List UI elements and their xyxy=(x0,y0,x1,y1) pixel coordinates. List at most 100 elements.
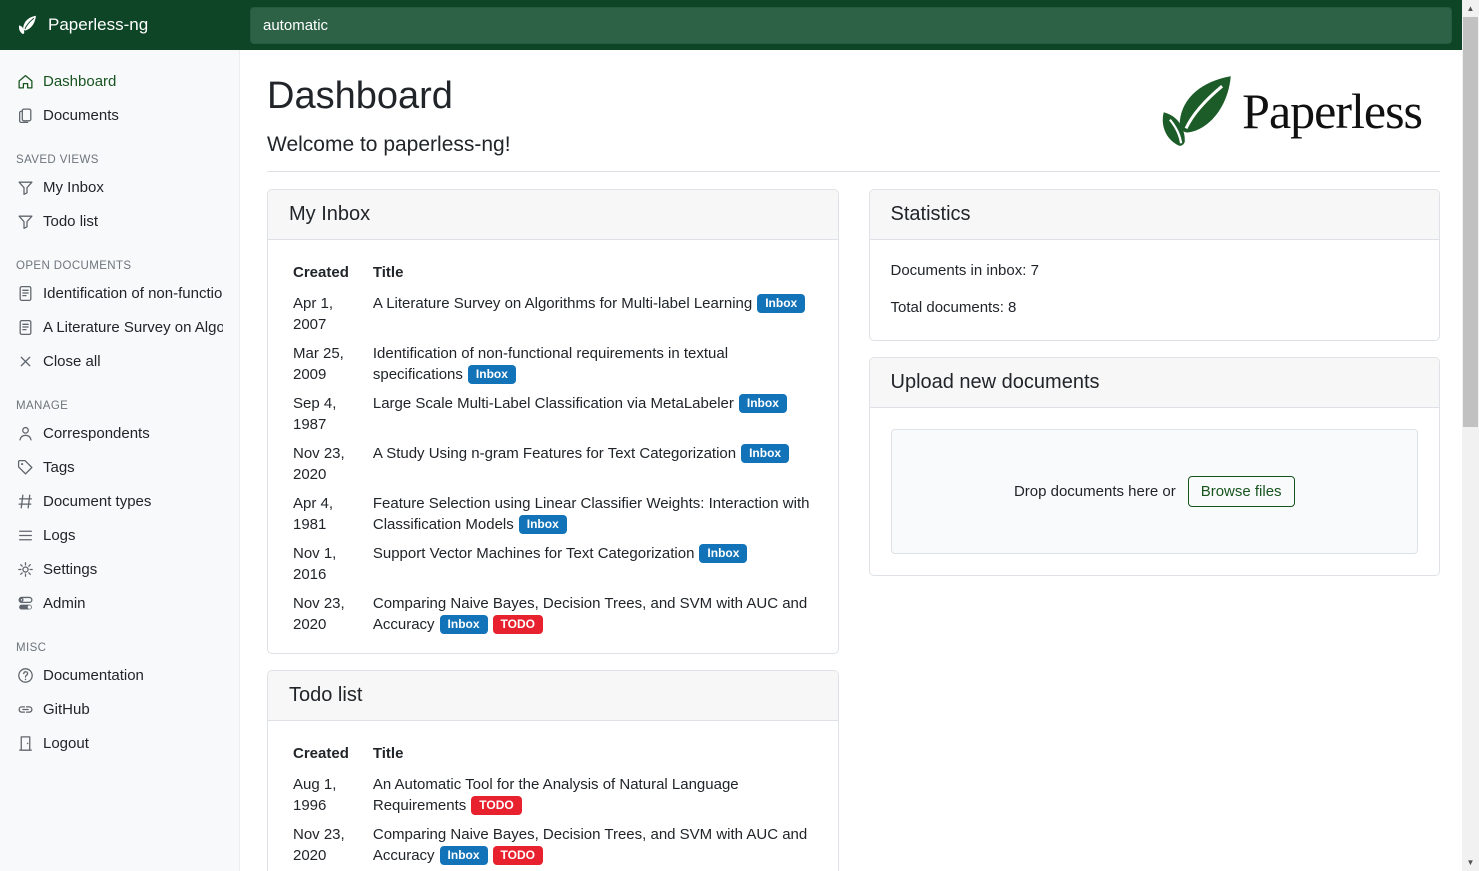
table-row: Mar 25, 2009 Identification of non-functi… xyxy=(281,339,825,389)
created-date: Nov 1, 2016 xyxy=(281,539,361,589)
created-date: Apr 4, 1981 xyxy=(281,489,361,539)
sidebar-item-label: Documentation xyxy=(43,667,144,684)
paperless-logo: Paperless xyxy=(1156,75,1422,147)
logo-wordmark: Paperless xyxy=(1242,86,1422,136)
stat-documents-in-inbox: Documents in inbox: 7 xyxy=(891,260,1419,281)
sidebar-item-my-inbox[interactable]: My Inbox xyxy=(0,170,239,204)
sidebar-item-todo-list[interactable]: Todo list xyxy=(0,204,239,238)
table-row: Apr 4, 1981 Feature Selection using Linea… xyxy=(281,489,825,539)
sidebar-item-label: Documents xyxy=(43,107,119,124)
sidebar-item-tags[interactable]: Tags xyxy=(0,450,239,484)
vertical-scrollbar[interactable]: ▲ ▼ xyxy=(1462,0,1479,871)
sidebar-item-a-literature-survey-on-algori[interactable]: A Literature Survey on Algori… xyxy=(0,310,239,344)
sidebar-item-admin[interactable]: Admin xyxy=(0,586,239,620)
sidebar-item-documents[interactable]: Documents xyxy=(0,98,239,132)
page-header: Dashboard Welcome to paperless-ng! Paper… xyxy=(267,75,1440,172)
scrollbar-thumb[interactable] xyxy=(1463,17,1478,427)
dropzone-text: Drop documents here or xyxy=(1014,483,1176,500)
sidebar-item-correspondents[interactable]: Correspondents xyxy=(0,416,239,450)
sidebar-item-label: Dashboard xyxy=(43,73,116,90)
sidebar-nav: DashboardDocumentsSAVED VIEWSMy InboxTod… xyxy=(0,50,240,871)
sidebar-item-logout[interactable]: Logout xyxy=(0,726,239,760)
funnel-icon xyxy=(16,212,34,230)
inbox-tag-badge[interactable]: Inbox xyxy=(739,394,787,413)
main-content: Dashboard Welcome to paperless-ng! Paper… xyxy=(240,50,1462,871)
created-date: Nov 23, 2020 xyxy=(281,439,361,489)
house-icon xyxy=(16,72,34,90)
sidebar-item-label: Close all xyxy=(43,353,101,370)
todo-tag-badge[interactable]: TODO xyxy=(493,846,543,865)
sidebar-item-label: Identification of non-functio… xyxy=(43,285,223,302)
toggles-icon xyxy=(16,594,34,612)
sidebar-item-identification-of-non-functio[interactable]: Identification of non-functio… xyxy=(0,276,239,310)
document-link[interactable]: A Study Using n-gram Features for Text C… xyxy=(373,445,736,462)
sidebar-item-documentation[interactable]: Documentation xyxy=(0,658,239,692)
sidebar-item-document-types[interactable]: Document types xyxy=(0,484,239,518)
statistics-title: Statistics xyxy=(870,190,1440,240)
created-date: Nov 23, 2020 xyxy=(281,820,361,870)
upload-widget: Upload new documents Drop documents here… xyxy=(869,357,1441,576)
upload-title: Upload new documents xyxy=(870,358,1440,408)
sidebar-section-manage: MANAGE xyxy=(16,400,223,412)
sidebar-item-label: Correspondents xyxy=(43,425,150,442)
table-row: Apr 1, 2007A Literature Survey on Algori… xyxy=(281,289,825,339)
todo-table: Created Title Aug 1, 1996An Automatic To… xyxy=(281,741,825,870)
funnel-icon xyxy=(16,178,34,196)
scroll-up-icon[interactable]: ▲ xyxy=(1462,0,1479,17)
file-text-icon xyxy=(16,318,34,336)
created-date: Mar 25, 2009 xyxy=(281,339,361,389)
inbox-tag-badge[interactable]: Inbox xyxy=(741,444,789,463)
browse-files-button[interactable]: Browse files xyxy=(1188,476,1295,507)
inbox-tag-badge[interactable]: Inbox xyxy=(519,515,567,534)
sidebar-item-label: Todo list xyxy=(43,213,98,230)
document-link[interactable]: Feature Selection using Linear Classifie… xyxy=(373,495,810,533)
sidebar-item-github[interactable]: GitHub xyxy=(0,692,239,726)
search-input[interactable] xyxy=(250,7,1452,44)
sidebar-item-dashboard[interactable]: Dashboard xyxy=(0,64,239,98)
sidebar-item-label: Logout xyxy=(43,735,89,752)
created-date: Sep 4, 1987 xyxy=(281,389,361,439)
sidebar-item-label: GitHub xyxy=(43,701,90,718)
door-icon xyxy=(16,734,34,752)
inbox-tag-badge[interactable]: Inbox xyxy=(468,365,516,384)
document-link[interactable]: Large Scale Multi-Label Classification v… xyxy=(373,395,734,412)
brand[interactable]: Paperless-ng xyxy=(0,0,240,50)
sidebar-item-logs[interactable]: Logs xyxy=(0,518,239,552)
upload-dropzone[interactable]: Drop documents here or Browse files xyxy=(891,429,1419,554)
document-link[interactable]: Comparing Naive Bayes, Decision Trees, a… xyxy=(373,595,807,633)
inbox-tag-badge[interactable]: Inbox xyxy=(440,846,488,865)
document-link[interactable]: An Automatic Tool for the Analysis of Na… xyxy=(373,776,739,814)
todo-tag-badge[interactable]: TODO xyxy=(471,796,521,815)
table-row: Nov 23, 2020 Comparing Naive Bayes, Decis… xyxy=(281,820,825,870)
sidebar-item-close-all[interactable]: Close all xyxy=(0,344,239,378)
scroll-down-icon[interactable]: ▼ xyxy=(1462,854,1479,871)
table-row: Nov 1, 2016 Support Vector Machines for T… xyxy=(281,539,825,589)
x-icon xyxy=(16,352,34,370)
column-header-title: Title xyxy=(361,741,825,770)
document-link[interactable]: Identification of non-functional require… xyxy=(373,345,728,383)
sidebar-item-settings[interactable]: Settings xyxy=(0,552,239,586)
inbox-widget-title[interactable]: My Inbox xyxy=(268,190,838,240)
statistics-widget: Statistics Documents in inbox: 7 Total d… xyxy=(869,189,1441,341)
inbox-tag-badge[interactable]: Inbox xyxy=(699,544,747,563)
inbox-table: Created Title Apr 1, 2007A Literature Su… xyxy=(281,260,825,639)
todo-tag-badge[interactable]: TODO xyxy=(493,615,543,634)
list-icon xyxy=(16,526,34,544)
todo-widget: Todo list Created Title Aug 1, 1996An Au… xyxy=(267,670,839,871)
sidebar-section-open-documents: OPEN DOCUMENTS xyxy=(16,260,223,272)
document-link[interactable]: Comparing Naive Bayes, Decision Trees, a… xyxy=(373,826,807,864)
file-text-icon xyxy=(16,284,34,302)
document-link[interactable]: Support Vector Machines for Text Categor… xyxy=(373,545,695,562)
todo-widget-title[interactable]: Todo list xyxy=(268,671,838,721)
column-header-created: Created xyxy=(281,741,361,770)
link-icon xyxy=(16,700,34,718)
document-link[interactable]: A Literature Survey on Algorithms for Mu… xyxy=(373,295,752,312)
inbox-widget: My Inbox Created Title Apr 1, 2007A Lite… xyxy=(267,189,839,654)
inbox-tag-badge[interactable]: Inbox xyxy=(440,615,488,634)
question-circle-icon xyxy=(16,666,34,684)
gear-icon xyxy=(16,560,34,578)
sidebar-item-label: Settings xyxy=(43,561,97,578)
sidebar-item-label: My Inbox xyxy=(43,179,104,196)
brand-title: Paperless-ng xyxy=(48,15,148,35)
inbox-tag-badge[interactable]: Inbox xyxy=(757,294,805,313)
